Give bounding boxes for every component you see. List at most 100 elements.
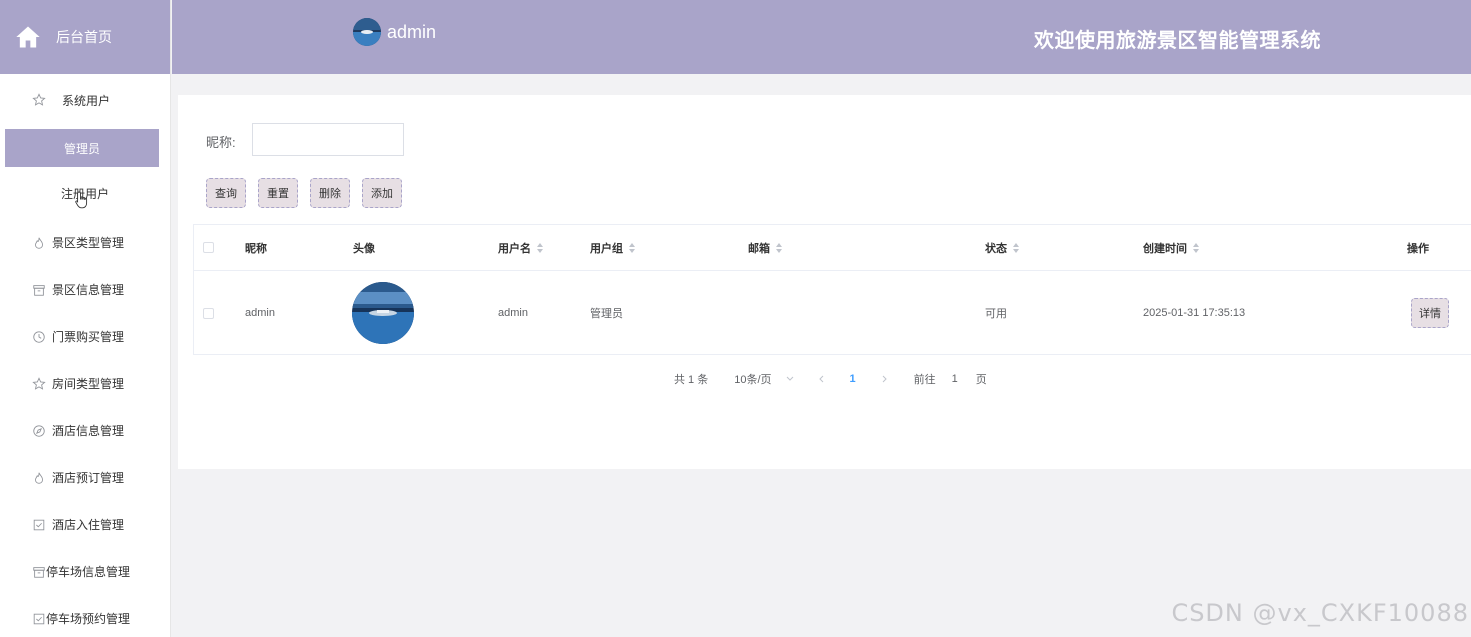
header-nickname: 昵称 [245, 242, 267, 255]
sidebar-group-label: 系统用户 [62, 93, 111, 108]
compass-icon [33, 424, 45, 437]
sort-icon[interactable] [1012, 242, 1020, 253]
page-size-select[interactable]: 10条/页 [734, 371, 793, 387]
table-row[interactable]: admin admin 管理员 可用 2025-01-31 17:35:13 详… [194, 271, 1471, 355]
sidebar-item-scenic-info[interactable]: 景区信息管理 [0, 266, 170, 313]
header-status-col[interactable]: 状态 [985, 225, 1020, 270]
sidebar-item-label: 管理员 [63, 141, 100, 156]
detail-button[interactable]: 详情 [1411, 298, 1449, 328]
avatar-image [352, 282, 414, 344]
sidebar-item-hotel-checkin[interactable]: 酒店入住管理 [0, 501, 170, 548]
sidebar-item-label: 酒店信息管理 [52, 424, 125, 438]
action-buttons: 查询 重置 删除 添加 [206, 178, 402, 208]
watermark: CSDN @vx_CXKF10088 [1171, 599, 1469, 627]
header-label: 邮箱 [748, 242, 770, 255]
goto-label: 前往 [913, 374, 936, 386]
header-label: 创建时间 [1143, 242, 1187, 255]
sidebar-item-label: 停车场信息管理 [46, 565, 131, 579]
select-all-checkbox[interactable] [203, 242, 214, 253]
search-label: 昵称: [206, 135, 236, 150]
sort-icon[interactable] [1192, 242, 1200, 253]
sidebar-brand-home[interactable]: 后台首页 [0, 0, 170, 74]
cell-avatar [352, 271, 414, 355]
sidebar-item-registered-users[interactable]: 注册用户 [0, 167, 170, 219]
sidebar-item-parking-reservation[interactable]: 停车场预约管理 [0, 595, 170, 637]
sort-icon[interactable] [536, 242, 544, 253]
sidebar-item-parking-info[interactable]: 停车场信息管理 [0, 548, 170, 595]
sidebar-item-ticket-purchase[interactable]: 门票购买管理 [0, 313, 170, 360]
checkbox-icon [33, 613, 45, 624]
header-username-col[interactable]: 用户名 [498, 225, 544, 270]
cell-created: 2025-01-31 17:35:13 [1143, 307, 1246, 319]
sort-icon[interactable] [775, 242, 783, 253]
sidebar-item-hotel-booking[interactable]: 酒店预订管理 [0, 454, 170, 501]
star-icon [32, 93, 46, 106]
users-table: 昵称 头像 用户名 用户组 邮箱 状态 创建时间 操作 admin admin … [193, 224, 1471, 355]
header-actions: 操作 [1407, 242, 1429, 255]
star-icon [32, 376, 46, 390]
system-title: 欢迎使用旅游景区智能管理系统 [1034, 30, 1321, 52]
header-username[interactable]: admin [387, 22, 436, 43]
sidebar-menu: 系统用户 管理员 注册用户 景区类型管理 景区信息管理 门票购买管理 房间类型管… [0, 74, 170, 637]
add-button[interactable]: 添加 [362, 178, 402, 208]
sidebar-item-label: 景区类型管理 [52, 236, 125, 250]
cell-status: 可用 [985, 308, 1007, 320]
goto-suffix: 页 [975, 374, 987, 386]
box-icon [33, 566, 45, 578]
sidebar-item-label: 停车场预约管理 [46, 612, 131, 626]
sidebar-item-label: 酒店预订管理 [52, 471, 125, 485]
sidebar-item-label: 酒店入住管理 [52, 518, 125, 532]
sidebar-item-hotel-info[interactable]: 酒店信息管理 [0, 407, 170, 454]
prev-page-icon[interactable] [818, 375, 826, 383]
sort-icon[interactable] [628, 242, 636, 253]
chevron-down-icon [786, 376, 793, 381]
goto-page-input[interactable]: 1 [952, 373, 958, 385]
cell-nickname: admin [245, 307, 275, 319]
header-label: 状态 [985, 242, 1007, 255]
brand-label: 后台首页 [56, 29, 112, 45]
box-icon [33, 284, 45, 296]
flame-icon [35, 237, 43, 249]
user-avatar[interactable] [353, 18, 381, 46]
checkbox-icon [33, 519, 45, 530]
sidebar-item-label: 门票购买管理 [52, 330, 125, 344]
main-panel: 昵称: 查询 重置 删除 添加 昵称 头像 用户名 用户组 邮箱 状态 创建时间… [178, 95, 1471, 469]
pager-total: 共 1 条 [674, 374, 709, 386]
header-label: 用户组 [590, 242, 623, 255]
nickname-search-input[interactable] [252, 123, 404, 156]
cell-username: admin [498, 307, 528, 319]
row-checkbox[interactable] [203, 307, 214, 319]
header-email-col[interactable]: 邮箱 [748, 225, 783, 270]
table-header: 昵称 头像 用户名 用户组 邮箱 状态 创建时间 操作 [194, 225, 1471, 271]
row-avatar [352, 282, 414, 344]
avatar-image [353, 18, 381, 46]
query-button[interactable]: 查询 [206, 178, 246, 208]
delete-button[interactable]: 删除 [310, 178, 350, 208]
select-all-cell [203, 225, 214, 270]
pagination: 共 1 条 10条/页 1 前往 1 页 [674, 371, 987, 387]
app-root: 后台首页 系统用户 管理员 注册用户 景区类型管理 景区信息管理 门票购买管理 … [0, 0, 1471, 637]
header-label: 用户名 [498, 242, 531, 255]
home-icon [16, 26, 40, 48]
page-number-current[interactable]: 1 [850, 373, 856, 385]
sidebar-group-system-users[interactable]: 系统用户 [0, 74, 170, 126]
header-group-col[interactable]: 用户组 [590, 225, 636, 270]
sidebar-item-label: 房间类型管理 [52, 377, 125, 391]
sidebar-item-label: 景区信息管理 [52, 283, 125, 297]
header-created-col[interactable]: 创建时间 [1143, 225, 1200, 270]
sidebar-item-scenic-types[interactable]: 景区类型管理 [0, 219, 170, 266]
clock-icon [33, 330, 45, 343]
sidebar-item-room-types[interactable]: 房间类型管理 [0, 360, 170, 407]
page-size-value: 10条/页 [734, 374, 772, 386]
cell-actions: 详情 [1411, 271, 1449, 355]
next-page-icon[interactable] [880, 375, 888, 383]
sidebar-item-admin[interactable]: 管理员 [5, 129, 159, 167]
top-header: admin 欢迎使用旅游景区智能管理系统 [172, 0, 1471, 74]
cell-group: 管理员 [590, 308, 623, 320]
row-select-cell [203, 271, 214, 355]
header-avatar: 头像 [353, 242, 375, 255]
reset-button[interactable]: 重置 [258, 178, 298, 208]
hand-cursor-icon [75, 191, 88, 209]
sidebar: 后台首页 系统用户 管理员 注册用户 景区类型管理 景区信息管理 门票购买管理 … [0, 0, 171, 637]
flame-icon [35, 472, 43, 484]
